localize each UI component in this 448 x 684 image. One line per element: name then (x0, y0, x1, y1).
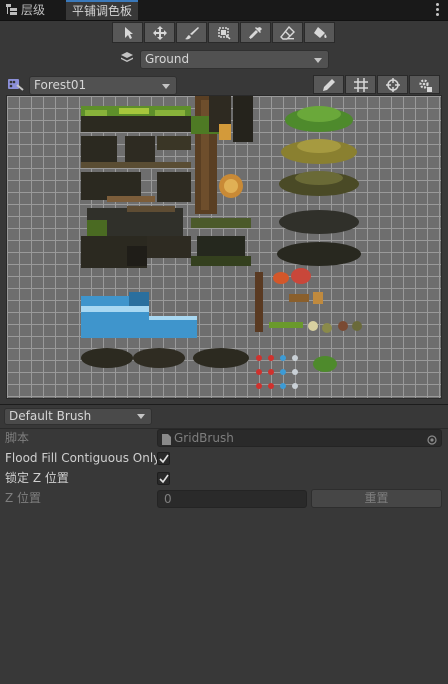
reset-button[interactable]: 重置 (311, 489, 442, 508)
flood-fill-checkbox[interactable] (157, 452, 170, 465)
bush-tiles (277, 106, 361, 266)
mound-tiles (81, 348, 249, 368)
picker-tool-button[interactable] (240, 22, 271, 43)
gear-icon (419, 79, 432, 92)
flood-fill-label: Flood Fill Contiguous Only (5, 451, 161, 465)
tile-tool-strip (112, 22, 336, 43)
water-tiles (81, 292, 197, 338)
box-fill-icon (218, 27, 231, 40)
pencil-icon (323, 79, 335, 91)
tile-sprites (81, 96, 362, 389)
check-icon (159, 474, 169, 484)
window-tab-bar: 层级 平铺调色板 (0, 0, 448, 21)
gizmo-toggle-button[interactable] (377, 75, 408, 94)
object-picker-icon[interactable] (427, 433, 437, 449)
tab-tile-palette-label: 平铺调色板 (72, 4, 133, 18)
paint-bucket-icon (314, 27, 327, 38)
move-icon (153, 26, 167, 40)
target-layer-value: Ground (145, 52, 190, 66)
eyedropper-icon (249, 27, 262, 39)
erase-tool-button[interactable] (272, 22, 303, 43)
select-arrow-icon (125, 27, 133, 39)
chevron-down-icon (137, 414, 145, 419)
potion-tiles (256, 355, 298, 389)
brush-icon (185, 27, 199, 40)
paint-tool-button[interactable] (176, 22, 207, 43)
palette-dropdown[interactable]: Forest01 (29, 76, 177, 95)
lock-z-checkbox[interactable] (157, 472, 170, 485)
layers-icon (120, 50, 134, 67)
script-field[interactable]: GridBrush (157, 429, 442, 447)
grid-icon (354, 78, 368, 92)
lock-z-label: 锁定 Z 位置 (5, 471, 69, 485)
brush-inspector-panel: Default Brush 脚本 GridBrush Flood Fill Co… (0, 404, 448, 684)
grid-toggle-button[interactable] (345, 75, 376, 94)
select-tool-button[interactable] (112, 22, 143, 43)
z-position-label: Z 位置 (5, 491, 42, 505)
tile-palette-icon (8, 77, 24, 94)
script-file-icon (162, 433, 171, 449)
brush-value: Default Brush (9, 409, 92, 423)
target-layer-dropdown[interactable]: Ground (140, 50, 329, 69)
chevron-down-icon (162, 84, 170, 89)
box-fill-tool-button[interactable] (208, 22, 239, 43)
palette-value: Forest01 (34, 78, 87, 92)
palette-settings-button[interactable] (409, 75, 440, 94)
tab-hierarchy[interactable]: 层级 (0, 0, 51, 20)
check-icon (159, 454, 169, 464)
tree-trunk-tiles (191, 96, 253, 214)
hierarchy-icon (6, 1, 17, 15)
eraser-icon (280, 26, 295, 40)
brush-dropdown[interactable]: Default Brush (4, 408, 152, 425)
tab-hierarchy-label: 层级 (21, 3, 46, 17)
z-position-input[interactable]: 0 (157, 490, 307, 508)
script-value: GridBrush (174, 431, 234, 445)
more-options-icon[interactable] (436, 3, 440, 17)
tile-palette-canvas[interactable] (6, 95, 442, 399)
edit-palette-button[interactable] (313, 75, 344, 94)
chevron-down-icon (314, 58, 322, 63)
move-tool-button[interactable] (144, 22, 175, 43)
tab-tile-palette[interactable]: 平铺调色板 (66, 0, 139, 20)
fill-tool-button[interactable] (304, 22, 335, 43)
script-label: 脚本 (5, 431, 30, 445)
target-icon (386, 78, 400, 92)
